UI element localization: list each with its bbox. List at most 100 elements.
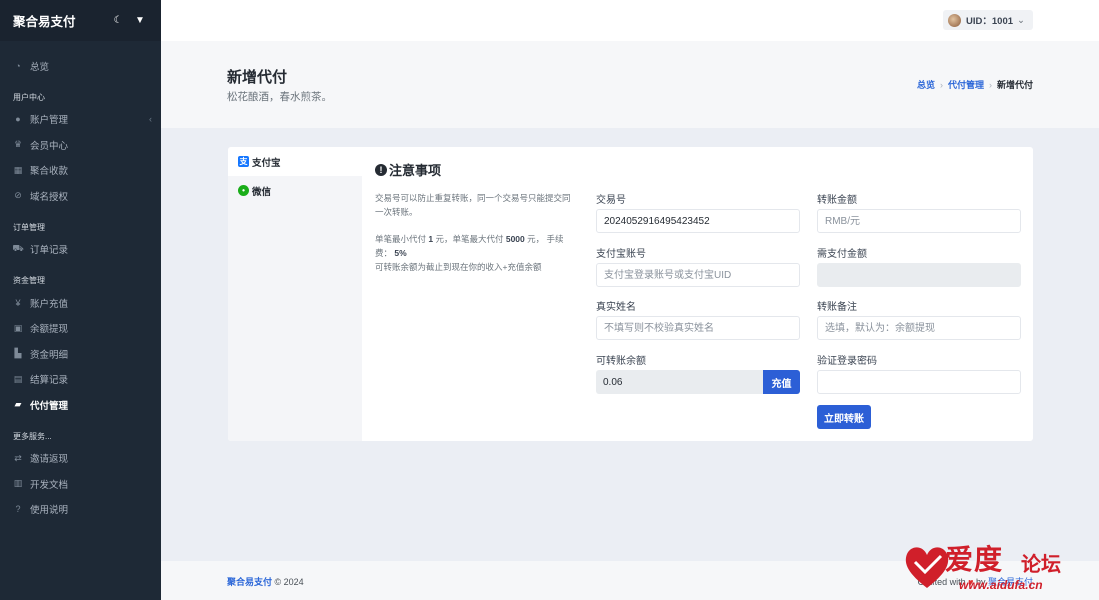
topbar: UID：1001 ⌄ — [161, 0, 1099, 41]
sidebar-item-dashboard[interactable]: ◔ 总览 — [0, 53, 161, 79]
sidebar-item-recharge[interactable]: ¥ 账户充值 — [0, 290, 161, 316]
notice-title: ! 注意事项 — [375, 160, 441, 179]
real-name-input[interactable] — [596, 316, 800, 340]
password-label: 验证登录密码 — [817, 356, 877, 367]
dark-mode-icon[interactable]: ☾ — [110, 13, 126, 29]
pin-icon[interactable]: ▼ — [132, 13, 148, 29]
cart-icon: ⛟ — [12, 243, 24, 254]
chart-icon: ▙ — [14, 348, 22, 359]
yen-icon: ¥ — [15, 297, 21, 308]
trade-no-input[interactable] — [596, 209, 800, 233]
breadcrumb-current: 新增代付 — [996, 80, 1033, 90]
amount-label: 转账金额 — [817, 195, 857, 206]
chevron-right-icon: › — [988, 79, 992, 90]
breadcrumb-home[interactable]: 总览 — [917, 78, 935, 91]
breadcrumb-payout[interactable]: 代付管理 — [948, 78, 984, 91]
tab-alipay[interactable]: 支 支付宝 — [228, 147, 362, 176]
payout-card: 支 支付宝 • 微信 ! 注意事项 交易号可以防止重复转账，同一个交易号只能提交… — [228, 147, 1033, 441]
page-title: 新增代付 — [227, 69, 288, 86]
sidebar-item-membership[interactable]: ♛ 会员中心 — [0, 132, 161, 158]
alipay-account-input[interactable] — [596, 263, 800, 287]
pay-amount-label: 需支付金额 — [817, 249, 867, 260]
sidebar-heading-user: 用户中心 — [13, 92, 45, 102]
amount-input[interactable] — [817, 209, 1021, 233]
book-icon: ▥ — [13, 478, 23, 489]
sidebar-item-ledger[interactable]: ▙ 资金明细 — [0, 341, 161, 367]
notice-line-2: 单笔最小代付 1 元，单笔最大代付 5000 元， 手续费： 5% — [375, 234, 564, 258]
brand-name[interactable]: 聚合易支付 — [13, 11, 104, 30]
footer-copyright: 聚合易支付 © 2024 — [227, 577, 304, 587]
sidebar-item-account[interactable]: ● 账户管理 ‹ — [0, 107, 161, 133]
dashboard-icon: ◔ — [15, 60, 21, 71]
remark-input[interactable] — [817, 316, 1021, 340]
notice-body: 交易号可以防止重复转账，同一个交易号只能提交同一次转账。 单笔最小代付 1 元，… — [375, 191, 575, 274]
submit-button[interactable]: 立即转账 — [817, 405, 871, 429]
sidebar-item-aggregate[interactable]: ▦ 聚合收款 — [0, 158, 161, 184]
breadcrumb: 总览 › 代付管理 › 新增代付 — [917, 78, 1033, 91]
remark-label: 转账备注 — [817, 302, 857, 313]
sidebar-item-label: 订单记录 — [30, 245, 69, 257]
balance-value: 0.06 — [596, 370, 763, 394]
sidebar-heading-orders: 订单管理 — [13, 222, 45, 232]
sidebar-heading-funds: 资金管理 — [13, 276, 45, 285]
chevron-down-icon: ⌄ — [1017, 14, 1025, 26]
sidebar-item-label: 会员中心 — [30, 140, 69, 152]
tab-wechat[interactable]: • 微信 — [228, 176, 362, 205]
balance-label: 可转账余额 — [596, 356, 646, 367]
user-icon: ● — [15, 114, 21, 125]
sidebar-item-settlement[interactable]: ▤ 结算记录 — [0, 367, 161, 393]
invite-icon: ⇄ — [14, 452, 22, 463]
sidebar: 聚合易支付 ☾ ▼ ◔ 总览 用户中心 ● 账户管理 ‹ ♛ 会员中心 ▦ 聚合… — [0, 0, 161, 600]
sidebar-item-label: 代付管理 — [30, 400, 69, 412]
payment-method-tabs: 支 支付宝 • 微信 — [228, 147, 362, 441]
sidebar-item-orders[interactable]: ⛟ 订单记录 — [0, 237, 161, 263]
sidebar-item-help[interactable]: ? 使用说明 — [0, 497, 161, 523]
footer-credit: Crafted with ♥ by 聚合易支付 — [917, 577, 1033, 587]
footer-credit-link[interactable]: 聚合易支付 — [988, 577, 1033, 587]
chevron-left-icon: ‹ — [149, 114, 152, 125]
sidebar-item-label: 余额提现 — [30, 324, 69, 336]
sidebar-item-docs[interactable]: ▥ 开发文档 — [0, 471, 161, 497]
wechat-icon: • — [238, 185, 249, 196]
sidebar-heading-more: 更多服务... — [13, 431, 52, 441]
sidebar-item-withdraw[interactable]: ▣ 余额提现 — [0, 316, 161, 342]
page-subtitle: 松花酿酒，春水煎茶。 — [227, 91, 332, 103]
real-name-label: 真实姓名 — [596, 302, 636, 313]
sidebar-item-label: 开发文档 — [30, 479, 69, 491]
sidebar-nav: ◔ 总览 用户中心 ● 账户管理 ‹ ♛ 会员中心 ▦ 聚合收款 ⊘ 域名授权 … — [0, 41, 161, 522]
trade-no-label: 交易号 — [596, 195, 626, 206]
notice-title-text: 注意事项 — [389, 163, 442, 178]
footer: 聚合易支付 © 2024 Crafted with ♥ by 聚合易支付 — [161, 561, 1099, 600]
sidebar-item-label: 资金明细 — [30, 349, 69, 361]
wallet-icon: ▣ — [13, 322, 23, 333]
tab-label: 微信 — [252, 186, 272, 198]
grid-icon: ▦ — [13, 164, 23, 175]
sidebar-item-domain[interactable]: ⊘ 域名授权 — [0, 183, 161, 209]
sidebar-brand: 聚合易支付 ☾ ▼ — [0, 0, 161, 41]
user-menu[interactable]: UID：1001 ⌄ — [943, 10, 1033, 30]
sidebar-item-label: 总览 — [30, 61, 50, 73]
sidebar-item-label: 域名授权 — [30, 191, 69, 203]
notice-line-1: 交易号可以防止重复转账，同一个交易号只能提交同一次转账。 — [375, 193, 571, 217]
receipt-icon: ▤ — [13, 373, 23, 384]
avatar — [948, 13, 962, 27]
sidebar-item-label: 使用说明 — [30, 505, 69, 517]
sidebar-item-label: 账户管理 — [30, 115, 69, 127]
recharge-button[interactable]: 充值 — [763, 370, 800, 394]
page-header: 新增代付 松花酿酒，春水煎茶。 总览 › 代付管理 › 新增代付 — [161, 41, 1099, 128]
alipay-icon: 支 — [238, 156, 249, 167]
sidebar-item-label: 邀请返现 — [30, 454, 69, 466]
payout-icon: ▰ — [14, 399, 22, 410]
password-input[interactable] — [817, 370, 1021, 394]
sidebar-item-label: 账户充值 — [30, 298, 69, 310]
alipay-account-label: 支付宝账号 — [596, 249, 646, 260]
pay-amount-input — [817, 263, 1021, 287]
sidebar-item-payout[interactable]: ▰ 代付管理 — [0, 392, 161, 418]
balance-group: 0.06 充值 — [596, 370, 800, 394]
footer-brand-link[interactable]: 聚合易支付 — [227, 577, 272, 587]
exclamation-icon: ! — [375, 163, 387, 176]
sidebar-item-label: 聚合收款 — [30, 166, 69, 178]
sidebar-item-invite[interactable]: ⇄ 邀请返现 — [0, 446, 161, 472]
link-icon: ⊘ — [14, 190, 22, 201]
help-icon: ? — [15, 504, 21, 515]
